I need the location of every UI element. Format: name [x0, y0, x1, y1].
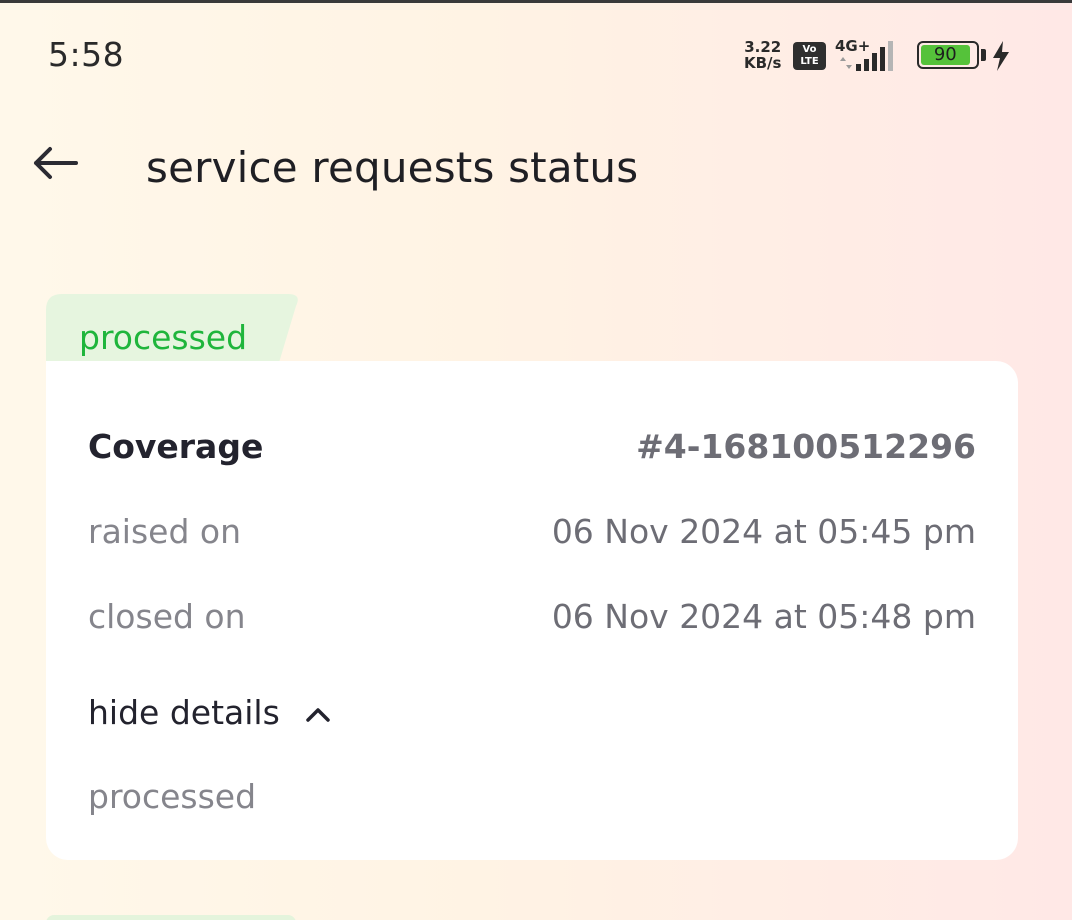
hide-details-toggle[interactable]: hide details	[88, 693, 332, 732]
arrow-left-icon	[34, 147, 78, 179]
battery-cap	[981, 49, 986, 61]
request-id: #4-168100512296	[636, 427, 976, 466]
signal-strength-icon	[840, 41, 893, 71]
raised-on-label: raised on	[88, 512, 241, 551]
battery-icon: 90	[917, 41, 979, 69]
network-speed-unit: KB/s	[744, 54, 782, 72]
charging-bolt-icon	[993, 41, 1009, 71]
volte-top-label: Vo	[802, 44, 817, 55]
clock-time: 5:58	[48, 35, 125, 74]
service-request-card: Coverage #4-168100512296 raised on 06 No…	[46, 361, 1018, 860]
request-type: Coverage	[88, 427, 264, 466]
volte-bottom-label: LTE	[800, 56, 819, 67]
battery-level: 90	[921, 45, 970, 65]
closed-on-label: closed on	[88, 597, 246, 636]
next-request-tab	[46, 915, 296, 920]
volte-icon: Vo LTE	[793, 42, 826, 70]
raised-on-row: raised on 06 Nov 2024 at 05:45 pm	[88, 512, 976, 551]
closed-on-row: closed on 06 Nov 2024 at 05:48 pm	[88, 597, 976, 636]
request-header-row: Coverage #4-168100512296	[88, 427, 976, 466]
request-details-text: processed	[88, 777, 257, 816]
hide-details-label: hide details	[88, 693, 280, 732]
network-speed-value: 3.22	[744, 38, 782, 56]
status-label: processed	[79, 318, 248, 357]
status-tab: processed	[46, 294, 302, 366]
back-button[interactable]	[28, 139, 84, 187]
closed-on-value: 06 Nov 2024 at 05:48 pm	[551, 597, 976, 636]
network-speed: 3.22 KB/s	[744, 39, 781, 71]
raised-on-value: 06 Nov 2024 at 05:45 pm	[551, 512, 976, 551]
chevron-up-icon	[306, 707, 330, 722]
page-title: service requests status	[146, 143, 639, 192]
status-bar: 5:58 3.22 KB/s Vo LTE 4G+ 90	[0, 3, 1072, 103]
